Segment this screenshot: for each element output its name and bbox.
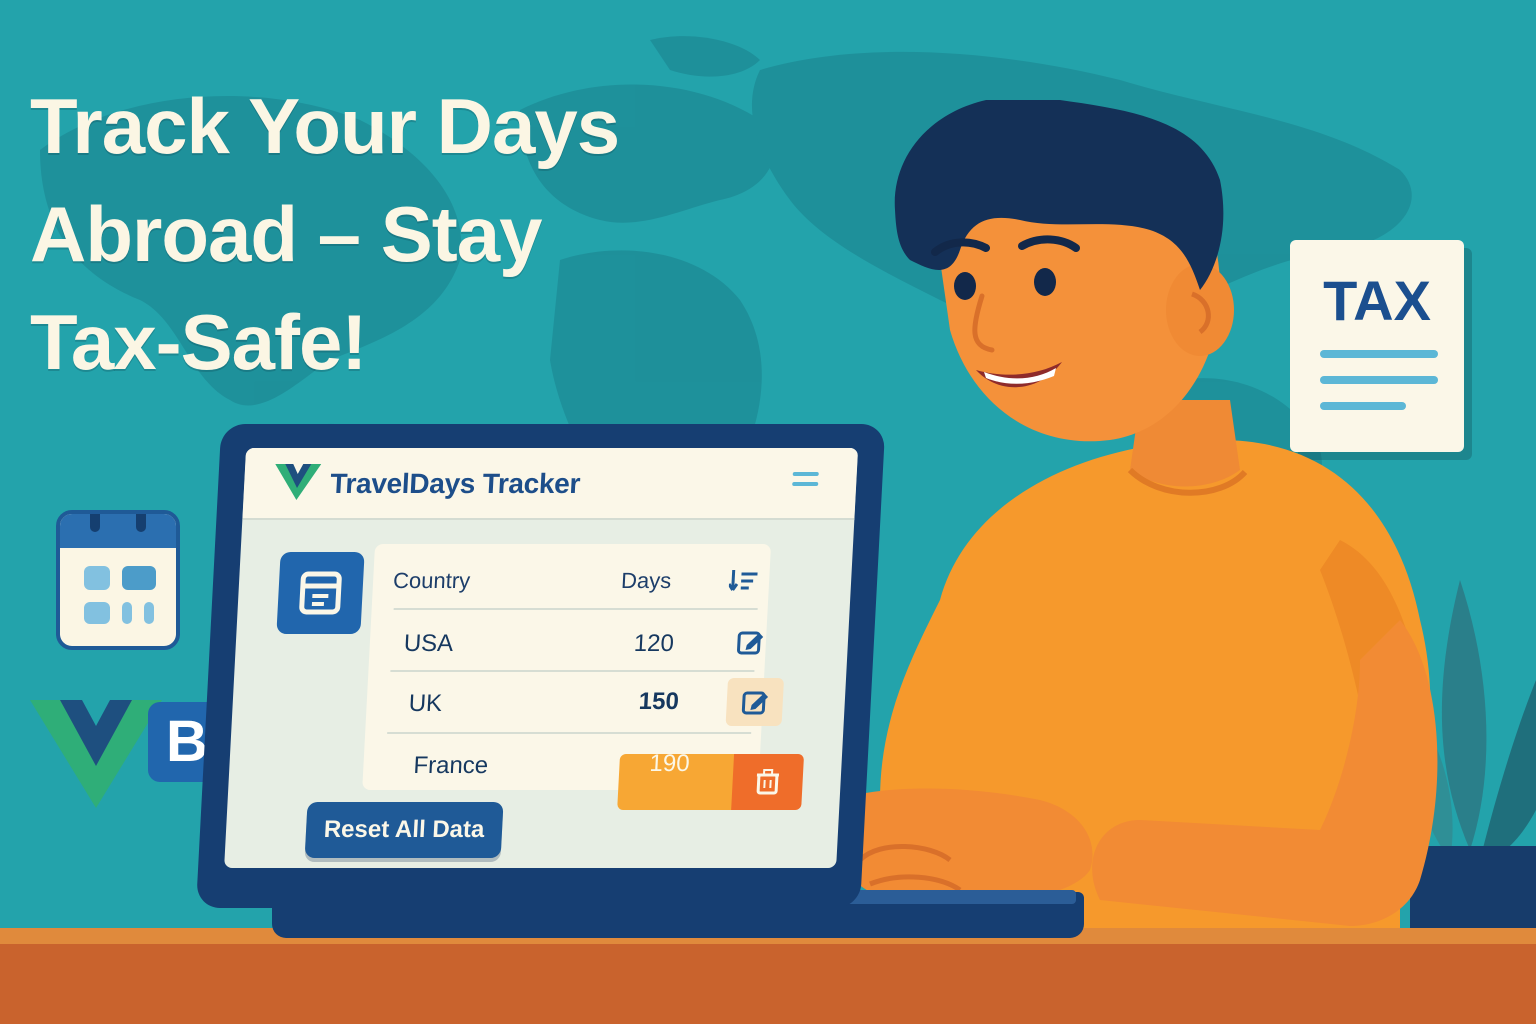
headline-line-2: Abroad – Stay bbox=[30, 190, 542, 278]
delete-button[interactable] bbox=[731, 754, 805, 810]
table-row-country: USA bbox=[403, 630, 454, 657]
row-divider bbox=[390, 670, 755, 672]
app-logo-icon bbox=[275, 464, 322, 500]
menu-bar bbox=[792, 482, 819, 486]
table-row-days: 190 bbox=[648, 750, 691, 777]
menu-bar bbox=[792, 472, 819, 476]
hamburger-menu-icon[interactable] bbox=[792, 472, 819, 492]
edit-icon bbox=[737, 631, 764, 655]
edit-button[interactable] bbox=[725, 678, 785, 726]
table-row-days: 120 bbox=[633, 630, 675, 657]
hero-headline: Track Your Days Abroad – Stay Tax-Safe! bbox=[30, 72, 790, 396]
row-divider bbox=[393, 608, 758, 610]
edit-icon bbox=[741, 691, 769, 715]
list-sort-icon[interactable] bbox=[728, 566, 760, 596]
calendar-cell bbox=[122, 602, 132, 624]
table-icon bbox=[299, 571, 342, 615]
vue-logo bbox=[30, 700, 162, 808]
calendar-cell bbox=[84, 566, 110, 590]
headline-line-3: Tax-Safe! bbox=[30, 298, 367, 386]
table-row-country: France bbox=[412, 752, 489, 779]
app-title: TravelDays Tracker bbox=[329, 468, 581, 499]
travel-days-table: Country Days USA 120 UK 150 France 190 bbox=[362, 544, 805, 810]
app-header: TravelDays Tracker bbox=[242, 448, 859, 520]
calendar-cell bbox=[122, 566, 156, 590]
table-view-button[interactable] bbox=[276, 552, 365, 634]
calendar-cell bbox=[84, 602, 110, 624]
column-header-country: Country bbox=[392, 568, 471, 593]
trash-icon bbox=[756, 769, 780, 795]
headline-line-1: Track Your Days bbox=[30, 82, 620, 170]
calendar-header bbox=[60, 514, 176, 548]
calendar-ring bbox=[136, 514, 146, 532]
calendar-ring bbox=[90, 514, 100, 532]
row-divider bbox=[387, 732, 752, 734]
calendar-cell bbox=[144, 602, 154, 624]
table-row-days: 150 bbox=[638, 688, 680, 715]
laptop: TravelDays Tracker Country Days USA 120 … bbox=[196, 424, 886, 908]
column-header-days: Days bbox=[620, 568, 672, 593]
laptop-screen: TravelDays Tracker Country Days USA 120 … bbox=[224, 448, 859, 868]
calendar-icon bbox=[56, 510, 180, 650]
person-illustration bbox=[840, 100, 1438, 940]
edit-button[interactable] bbox=[721, 618, 780, 666]
reset-all-data-button[interactable]: Reset All Data bbox=[304, 802, 504, 858]
table-row-country: UK bbox=[408, 690, 443, 717]
